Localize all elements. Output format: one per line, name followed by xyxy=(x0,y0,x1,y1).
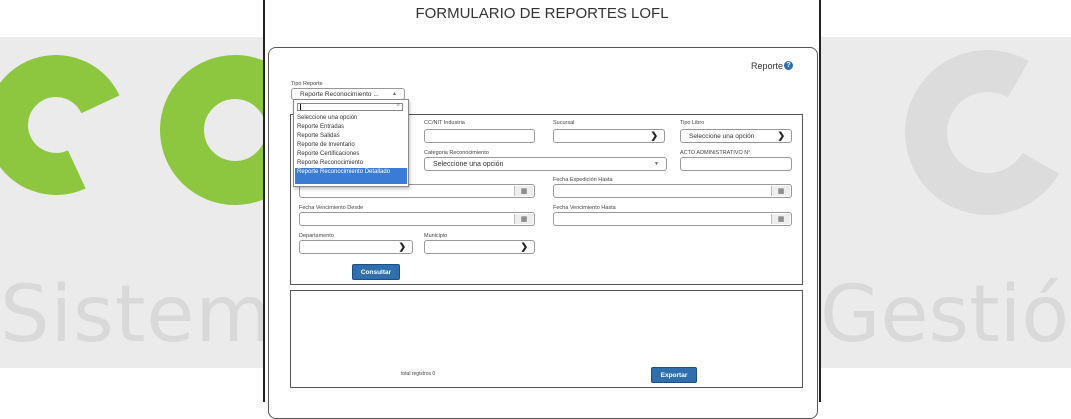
calendar-icon[interactable]: ▦ xyxy=(771,214,790,224)
sucursal-label: Sucursal xyxy=(553,120,575,126)
tipo-libro-value: Seleccione una opción xyxy=(689,132,755,140)
fecha-vencimiento-desde-input[interactable]: ▦ xyxy=(299,212,535,226)
tipo-reporte-label: Tipo Reporte xyxy=(291,81,323,87)
fecha-vencimiento-hasta-label: Fecha Vencimiento Hasta xyxy=(553,205,616,211)
chevron-down-icon: ❯ xyxy=(520,241,528,252)
dropdown-option[interactable]: Reporte Entradas xyxy=(295,123,407,132)
categoria-select[interactable]: Seleccione una opción ▼ xyxy=(424,157,667,171)
dropdown-options-list: Seleccione una opción Reporte Entradas R… xyxy=(295,114,407,184)
fecha-expedicion-hasta-label: Fecha Expedición Hasta xyxy=(553,177,613,183)
acto-input[interactable] xyxy=(680,157,792,171)
page-title: FORMULARIO DE REPORTES LOFL xyxy=(415,5,669,22)
results-section: total registros 0 Exportar xyxy=(290,290,803,388)
text-cursor xyxy=(300,104,301,110)
calendar-icon[interactable]: ▦ xyxy=(771,186,790,196)
chevron-down-icon: ❯ xyxy=(777,130,785,141)
departamento-label: Departamento xyxy=(299,233,334,239)
tipo-libro-label: Tipo Libro xyxy=(680,120,705,126)
dropdown-option-highlighted[interactable]: Reporte Reconocimiento Detallado xyxy=(295,168,407,184)
tipo-libro-select[interactable]: Seleccione una opción ❯ xyxy=(680,129,792,143)
dropdown-option[interactable]: Reporte Certificaciones xyxy=(295,150,407,159)
municipio-label: Municipio xyxy=(424,233,448,239)
tipo-reporte-value: Reporte Reconocimiento ... xyxy=(300,90,379,98)
chevron-down-icon: ❯ xyxy=(398,241,406,252)
consultar-button[interactable]: Consultar xyxy=(352,264,400,280)
exportar-button[interactable]: Exportar xyxy=(651,367,697,383)
report-form-frame: FORMULARIO DE REPORTES LOFL Reporte ? Ti… xyxy=(263,0,821,419)
fecha-vencimiento-hasta-input[interactable]: ▦ xyxy=(553,212,792,226)
chevron-down-icon: ❯ xyxy=(650,130,658,141)
acto-label: ACTO ADMINISTRATIVO N° xyxy=(680,150,751,156)
fecha-vencimiento-desde-label: Fecha Vencimiento Desde xyxy=(299,205,364,211)
dropdown-option[interactable]: Reporte de Inventario xyxy=(295,141,407,150)
help-icon[interactable]: ? xyxy=(784,61,793,70)
categoria-label: Categoria Reconocimiento xyxy=(424,150,489,156)
search-icon: ⌕ xyxy=(396,102,400,108)
dropdown-option[interactable]: Reporte Salidas xyxy=(295,132,407,141)
fecha-expedicion-hasta-input[interactable]: ▦ xyxy=(553,184,792,198)
categoria-value: Seleccione una opción xyxy=(433,160,504,168)
watermark-right-text: Gestión xyxy=(820,270,1071,360)
sucursal-select[interactable]: ❯ xyxy=(553,129,665,143)
dropdown-option[interactable]: Seleccione una opción xyxy=(295,114,407,123)
dropdown-option[interactable]: Reporte Reconocimiento xyxy=(295,159,407,168)
tipo-reporte-dropdown: ⌕ Seleccione una opción Reporte Entradas… xyxy=(293,99,409,187)
reporte-label: Reporte xyxy=(750,61,783,71)
ccnit-input[interactable] xyxy=(424,129,535,143)
calendar-icon[interactable]: ▦ xyxy=(514,186,533,196)
calendar-icon[interactable]: ▦ xyxy=(514,214,533,224)
report-panel: Reporte ? Tipo Reporte Reporte Reconocim… xyxy=(268,47,818,419)
ccnit-label: CC/NIT Industria xyxy=(424,120,465,126)
departamento-select[interactable]: ❯ xyxy=(299,240,413,254)
dropdown-search-input[interactable]: ⌕ xyxy=(297,102,403,111)
caret-up-icon: ▲ xyxy=(392,91,397,97)
municipio-select[interactable]: ❯ xyxy=(424,240,535,254)
total-registros-text: total registros 0 xyxy=(401,371,436,377)
caret-down-icon: ▼ xyxy=(654,161,659,167)
